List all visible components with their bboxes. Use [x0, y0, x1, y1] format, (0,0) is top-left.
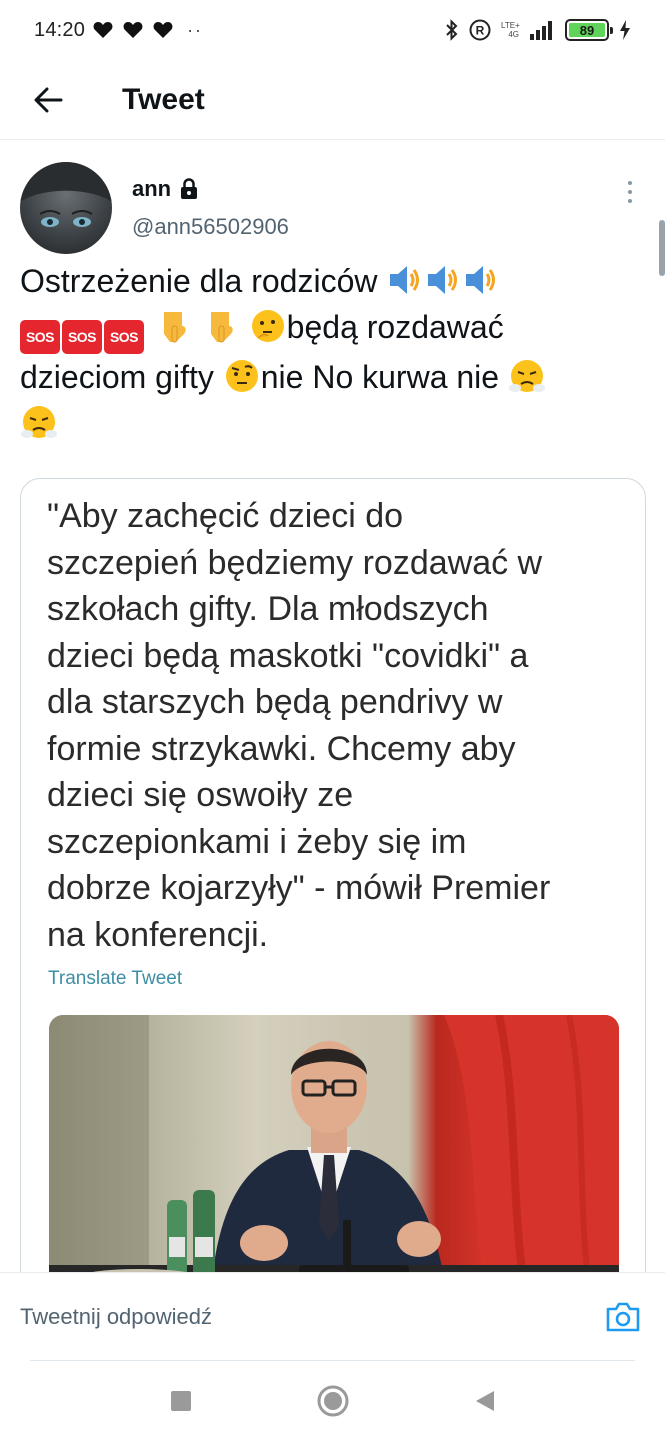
avatar[interactable] [20, 162, 112, 254]
recent-apps-button[interactable] [161, 1381, 201, 1421]
author-handle[interactable]: @ann56502906 [132, 214, 289, 240]
svg-text:R: R [476, 24, 485, 38]
status-right: R LTE+ 4G 89 [445, 18, 631, 42]
thinking-face-emoji-icon [251, 310, 284, 342]
quote-line: "Aby zachęcić dzieci do [47, 497, 404, 535]
battery-level: 89 [569, 23, 605, 38]
sos-emoji-icon: SOS [20, 320, 60, 354]
quote-line: formie strzykawki. Chcemy aby [47, 729, 516, 768]
avatar-image [20, 162, 112, 227]
sos-emoji-icon: SOS [104, 320, 144, 354]
pointing-down-emoji-icon [210, 312, 233, 343]
press-conference-photo [49, 1015, 619, 1315]
square-icon [170, 1390, 191, 1411]
page-title: Tweet [122, 82, 205, 116]
heart-icon [123, 22, 143, 38]
scrollbar[interactable] [659, 220, 665, 276]
battery-icon: 89 [565, 19, 613, 41]
home-circle-icon [317, 1385, 348, 1416]
triumph-face-emoji-icon [21, 406, 57, 438]
translate-tweet-link: Translate Tweet [48, 968, 183, 989]
heart-icon [93, 22, 113, 38]
raised-eyebrow-emoji-icon [225, 360, 258, 392]
quote-line: dzieci będą maskotki "covidki" a [47, 636, 529, 675]
charging-icon [620, 20, 630, 40]
network-type: LTE+ 4G [501, 21, 520, 39]
status-bar: 14:20 ·· R LTE+ 4G 89 [0, 0, 665, 60]
back-nav-button[interactable] [465, 1381, 505, 1421]
camera-icon [606, 1302, 640, 1331]
sos-emoji-icon: SOS [62, 320, 102, 354]
roaming-icon: R [469, 19, 491, 41]
tweet-media-image[interactable]: "Aby zachęcić dzieci do szczepień będzie… [20, 478, 646, 1338]
reply-input[interactable]: Tweetnij odpowiedź [20, 1304, 212, 1330]
back-button[interactable] [18, 70, 78, 130]
top-app-bar: Tweet [0, 60, 665, 140]
pointing-down-emoji-icon [163, 312, 186, 343]
speaker-loud-emoji-icon [466, 266, 496, 294]
camera-button[interactable] [603, 1297, 643, 1337]
lock-icon [181, 178, 198, 199]
signal-icon [530, 21, 552, 40]
heart-icon [153, 22, 173, 38]
quote-line: na konferencji. [47, 915, 269, 954]
quote-line: dla starszych będą pendrivy w [47, 683, 503, 721]
more-vertical-icon [628, 181, 632, 185]
quote-line: szczepień będziemy rozdawać w [47, 543, 543, 582]
status-time: 14:20 [34, 18, 86, 41]
tweet-text: Ostrzeżenie dla rodziców SOS SOS SOS będą … [20, 258, 650, 446]
tweet-text-line: SOS SOS SOS będą rozdawać [20, 304, 650, 354]
bluetooth-icon [446, 19, 458, 41]
tweet-text-line: dzieciom gifty nie No kurwa nie [20, 354, 650, 400]
quote-line: szkołach gifty. Dla młodszych [47, 590, 489, 628]
tweet-text-line: Ostrzeżenie dla rodziców [20, 258, 650, 304]
speaker-loud-emoji-icon [428, 266, 458, 294]
tweet-text-line [20, 400, 650, 446]
system-navigation-bar [0, 1361, 665, 1440]
quote-text: "Aby zachęcić dzieci do szczepień będzie… [47, 493, 627, 958]
triangle-back-icon [475, 1390, 494, 1411]
quote-line: szczepionkami i żeby się im [47, 822, 467, 861]
arrow-left-icon [34, 87, 63, 112]
home-button[interactable] [313, 1381, 353, 1421]
triumph-face-emoji-icon [508, 360, 545, 392]
speaker-loud-emoji-icon [390, 266, 420, 294]
more-notifications-indicator: ·· [187, 19, 204, 40]
notification-icons [93, 21, 173, 39]
reply-composer: Tweetnij odpowiedź [0, 1272, 665, 1360]
author-name[interactable]: ann [132, 176, 199, 202]
more-options-button[interactable] [612, 174, 648, 210]
quote-line: dzieci się oswoiły ze [47, 776, 354, 814]
quote-line: dobrze kojarzyły" - mówił Premier [47, 869, 551, 907]
